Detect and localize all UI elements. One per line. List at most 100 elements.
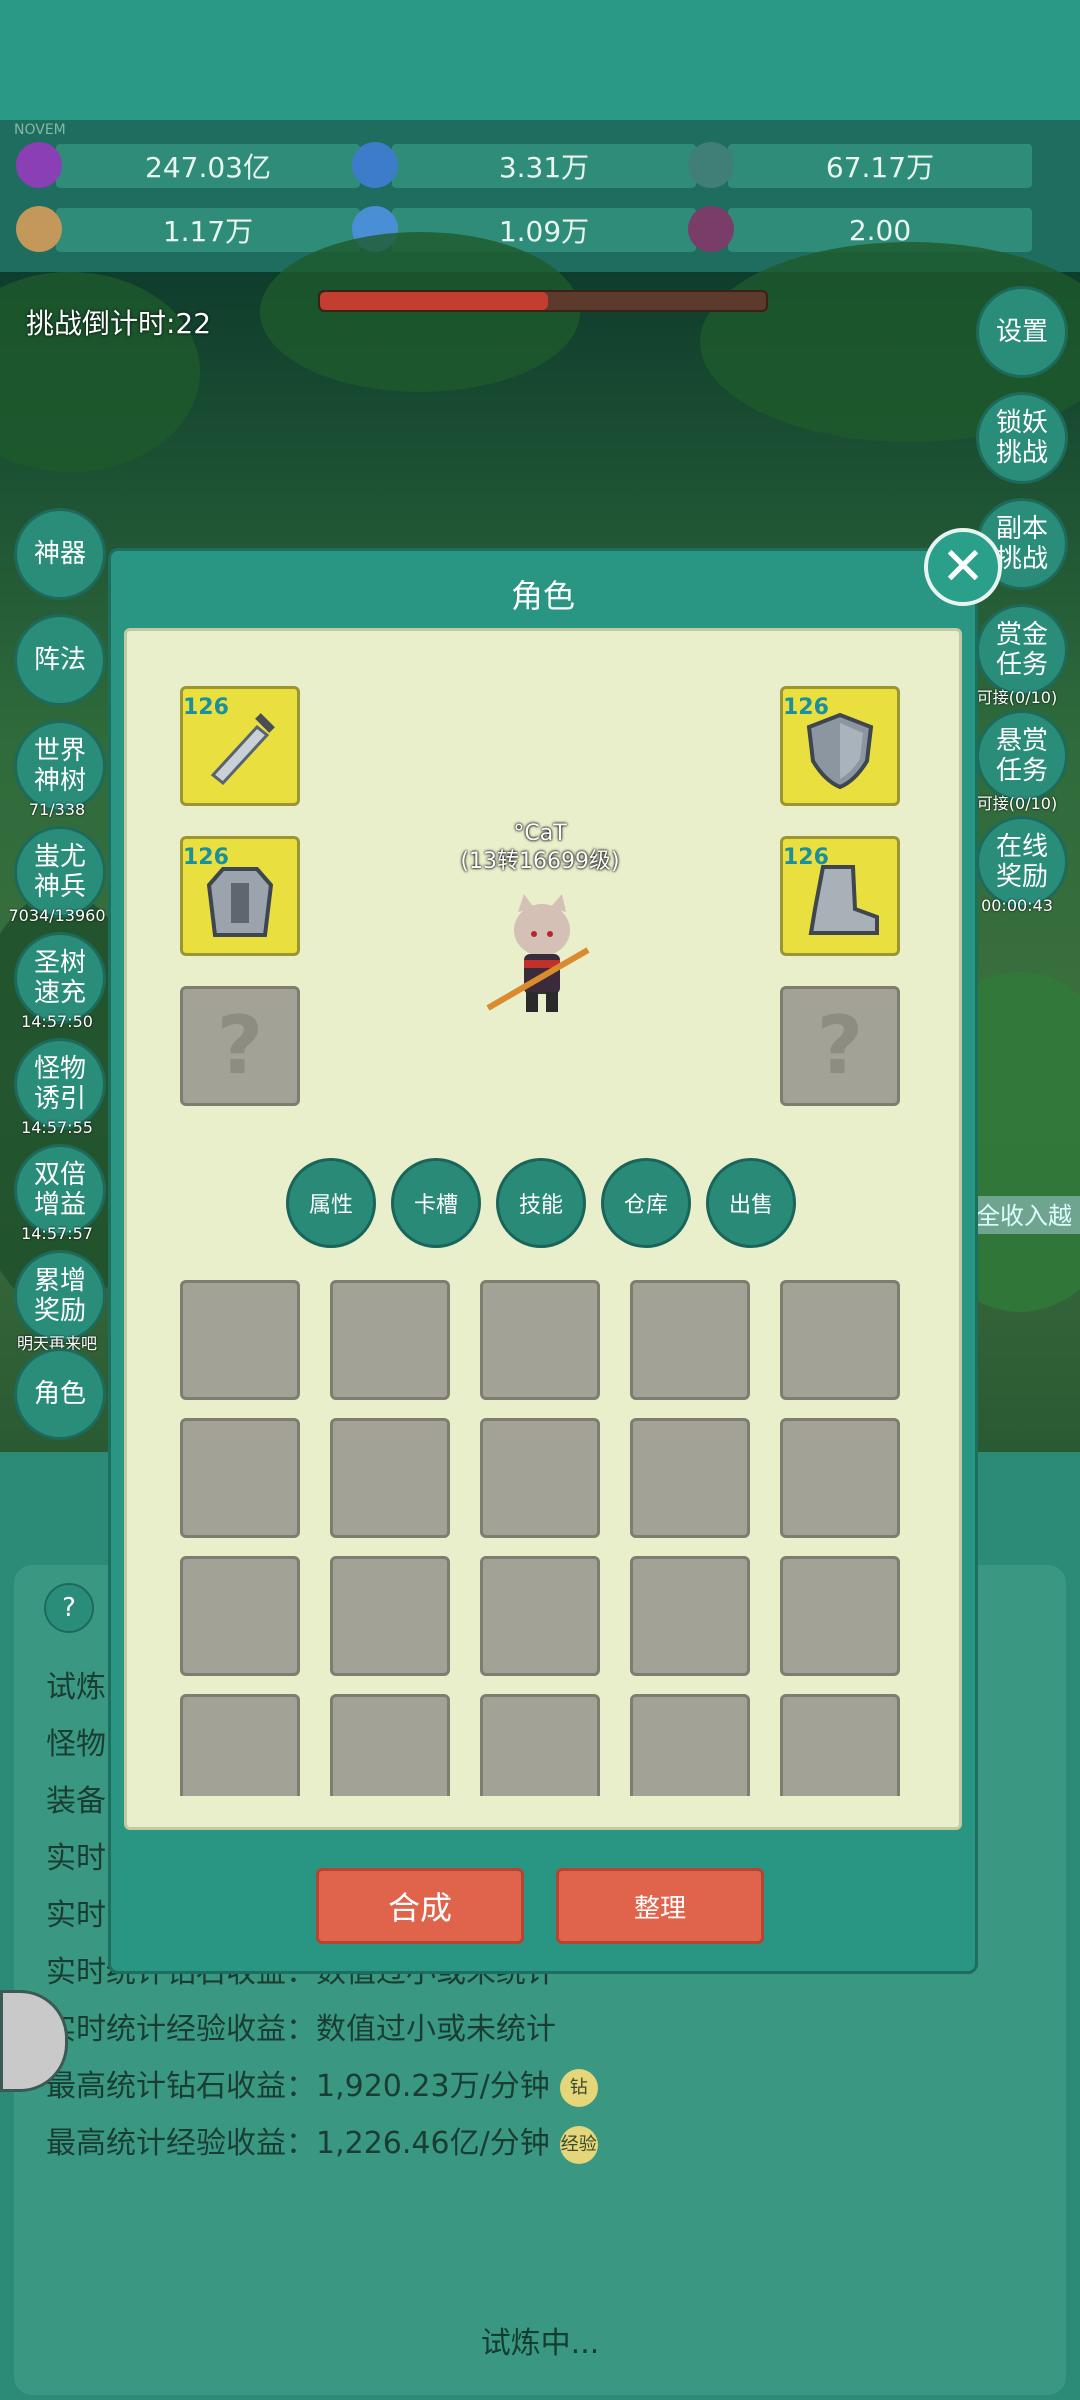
organize-button[interactable]: 整理	[556, 1868, 764, 1944]
side-button-caption: 可接(0/10)	[976, 688, 1058, 707]
question-mark-icon: ?	[216, 999, 264, 1092]
info-line: 怪物	[46, 1719, 106, 1763]
info-line: 实时统计经验收益：数值过小或未统计	[46, 2004, 556, 2048]
inventory-slot[interactable]	[180, 1556, 300, 1676]
inventory-slot[interactable]	[330, 1280, 450, 1400]
boss-hp-bar	[318, 290, 768, 312]
info-text: 试炼	[46, 1670, 106, 1705]
info-line: 装备	[46, 1776, 106, 1820]
inventory-slot[interactable]	[480, 1694, 600, 1796]
inventory-slot[interactable]	[630, 1556, 750, 1676]
modal-tab[interactable]: 仓库	[601, 1158, 691, 1248]
info-text: 实时统计经验收益：数值过小或未统计	[46, 2012, 556, 2047]
info-text: 最高统计经验收益：1,226.46亿/分钟	[46, 2126, 550, 2161]
blue-crystal-icon	[352, 142, 398, 188]
inventory-slot[interactable]	[180, 1418, 300, 1538]
info-text: 最高统计钻石收益：1,920.23万/分钟	[46, 2069, 550, 2104]
side-button[interactable]: 世界 神树	[14, 720, 106, 812]
armor-icon	[206, 867, 274, 937]
inventory-slot[interactable]	[330, 1418, 450, 1538]
info-text: 实时	[46, 1898, 106, 1933]
dark-orb-icon	[688, 206, 734, 252]
panel-tag: NOVEM	[14, 122, 66, 138]
side-button[interactable]: 蚩尤 神兵	[14, 826, 106, 918]
teal-ore-icon	[688, 142, 734, 188]
challenge-countdown: 挑战倒计时:22	[26, 307, 212, 340]
empty-slot[interactable]: ?	[180, 986, 300, 1106]
inventory-slot[interactable]	[180, 1280, 300, 1400]
info-line: 最高统计钻石收益：1,920.23万/分钟钻	[46, 2061, 598, 2107]
side-button[interactable]: 锁妖 挑战	[976, 392, 1068, 484]
side-button[interactable]: 悬赏 任务	[976, 710, 1068, 802]
resource-value: 3.31万	[392, 144, 696, 188]
character-level: (13转16699级)	[460, 849, 620, 874]
resource-value: 1.17万	[56, 208, 360, 252]
modal-tab[interactable]: 技能	[496, 1158, 586, 1248]
currency-badge-icon: 经验	[559, 2125, 598, 2164]
modal-tab[interactable]: 卡槽	[391, 1158, 481, 1248]
side-button-caption: 71/338	[28, 800, 86, 819]
compose-button[interactable]: 合成	[316, 1868, 524, 1944]
side-button[interactable]: 双倍 增益	[14, 1144, 106, 1236]
inventory-slot[interactable]	[480, 1556, 600, 1676]
inventory-slot[interactable]	[330, 1556, 450, 1676]
character-name: °CaT	[513, 821, 567, 846]
purple-gem-icon	[16, 142, 62, 188]
armor-slot[interactable]: 126	[180, 836, 300, 956]
side-button-caption: 7034/13960	[8, 906, 106, 925]
side-button[interactable]: 阵法	[14, 614, 106, 706]
boots-icon	[808, 865, 879, 935]
inventory-slot[interactable]	[780, 1280, 900, 1400]
side-button[interactable]: 累增 奖励	[14, 1250, 106, 1342]
info-line: 试炼	[46, 1662, 106, 1706]
inventory-slot[interactable]	[630, 1280, 750, 1400]
sword-icon	[210, 713, 275, 786]
modal-title: 角色	[510, 577, 575, 615]
inventory-slot[interactable]	[480, 1418, 600, 1538]
info-text: 怪物	[46, 1727, 106, 1762]
scrolling-notice: 全收入越	[976, 1196, 1080, 1234]
resource-value: 247.03亿	[56, 144, 360, 188]
side-button-caption: 14:57:50	[21, 1012, 93, 1031]
inventory-slot[interactable]	[780, 1694, 900, 1796]
side-button-caption: 可接(0/10)	[976, 794, 1058, 813]
question-mark-icon: ?	[816, 999, 864, 1092]
boots-slot[interactable]: 126	[780, 836, 900, 956]
side-button[interactable]: 神器	[14, 508, 106, 600]
side-button-caption: 14:57:57	[21, 1224, 93, 1243]
side-button[interactable]: 圣树 速充	[14, 932, 106, 1024]
character-label: °CaT (13转16699级)	[400, 820, 680, 876]
side-button[interactable]: 设置	[976, 286, 1068, 378]
inventory-slot[interactable]	[330, 1694, 450, 1796]
currency-badge-icon: 钻	[559, 2068, 598, 2107]
inventory-slot[interactable]	[780, 1556, 900, 1676]
top-status-area	[0, 0, 1080, 120]
inventory-grid	[124, 1270, 956, 1796]
close-icon[interactable]: ✕	[924, 528, 1002, 606]
side-button[interactable]: 赏金 任务	[976, 604, 1068, 696]
info-line: 实时	[46, 1890, 106, 1934]
trial-status: 试炼中...	[480, 2326, 600, 2361]
inventory-slot[interactable]	[780, 1418, 900, 1538]
side-button[interactable]: 角色	[14, 1348, 106, 1440]
side-button[interactable]: 在线 奖励	[976, 816, 1068, 908]
shield-slot[interactable]: 126	[780, 686, 900, 806]
side-button-caption: 00:00:43	[981, 896, 1053, 915]
info-line: 实时	[46, 1833, 106, 1877]
inventory-slot[interactable]	[180, 1694, 300, 1796]
modal-tab[interactable]: 出售	[706, 1158, 796, 1248]
inventory-slot[interactable]	[480, 1280, 600, 1400]
inventory-slot[interactable]	[630, 1694, 750, 1796]
side-button[interactable]: 怪物 诱引	[14, 1038, 106, 1130]
info-text: 装备	[46, 1784, 106, 1819]
help-icon[interactable]: ?	[44, 1583, 94, 1633]
scroll-icon	[16, 206, 62, 252]
shield-icon	[806, 712, 874, 790]
modal-tab[interactable]: 属性	[286, 1158, 376, 1248]
weapon-slot[interactable]: 126	[180, 686, 300, 806]
inventory-slot[interactable]	[630, 1418, 750, 1538]
empty-slot[interactable]: ?	[780, 986, 900, 1106]
side-button-caption: 14:57:55	[21, 1118, 93, 1137]
boss-hp-fill	[320, 292, 548, 310]
resource-value: 67.17万	[728, 144, 1032, 188]
